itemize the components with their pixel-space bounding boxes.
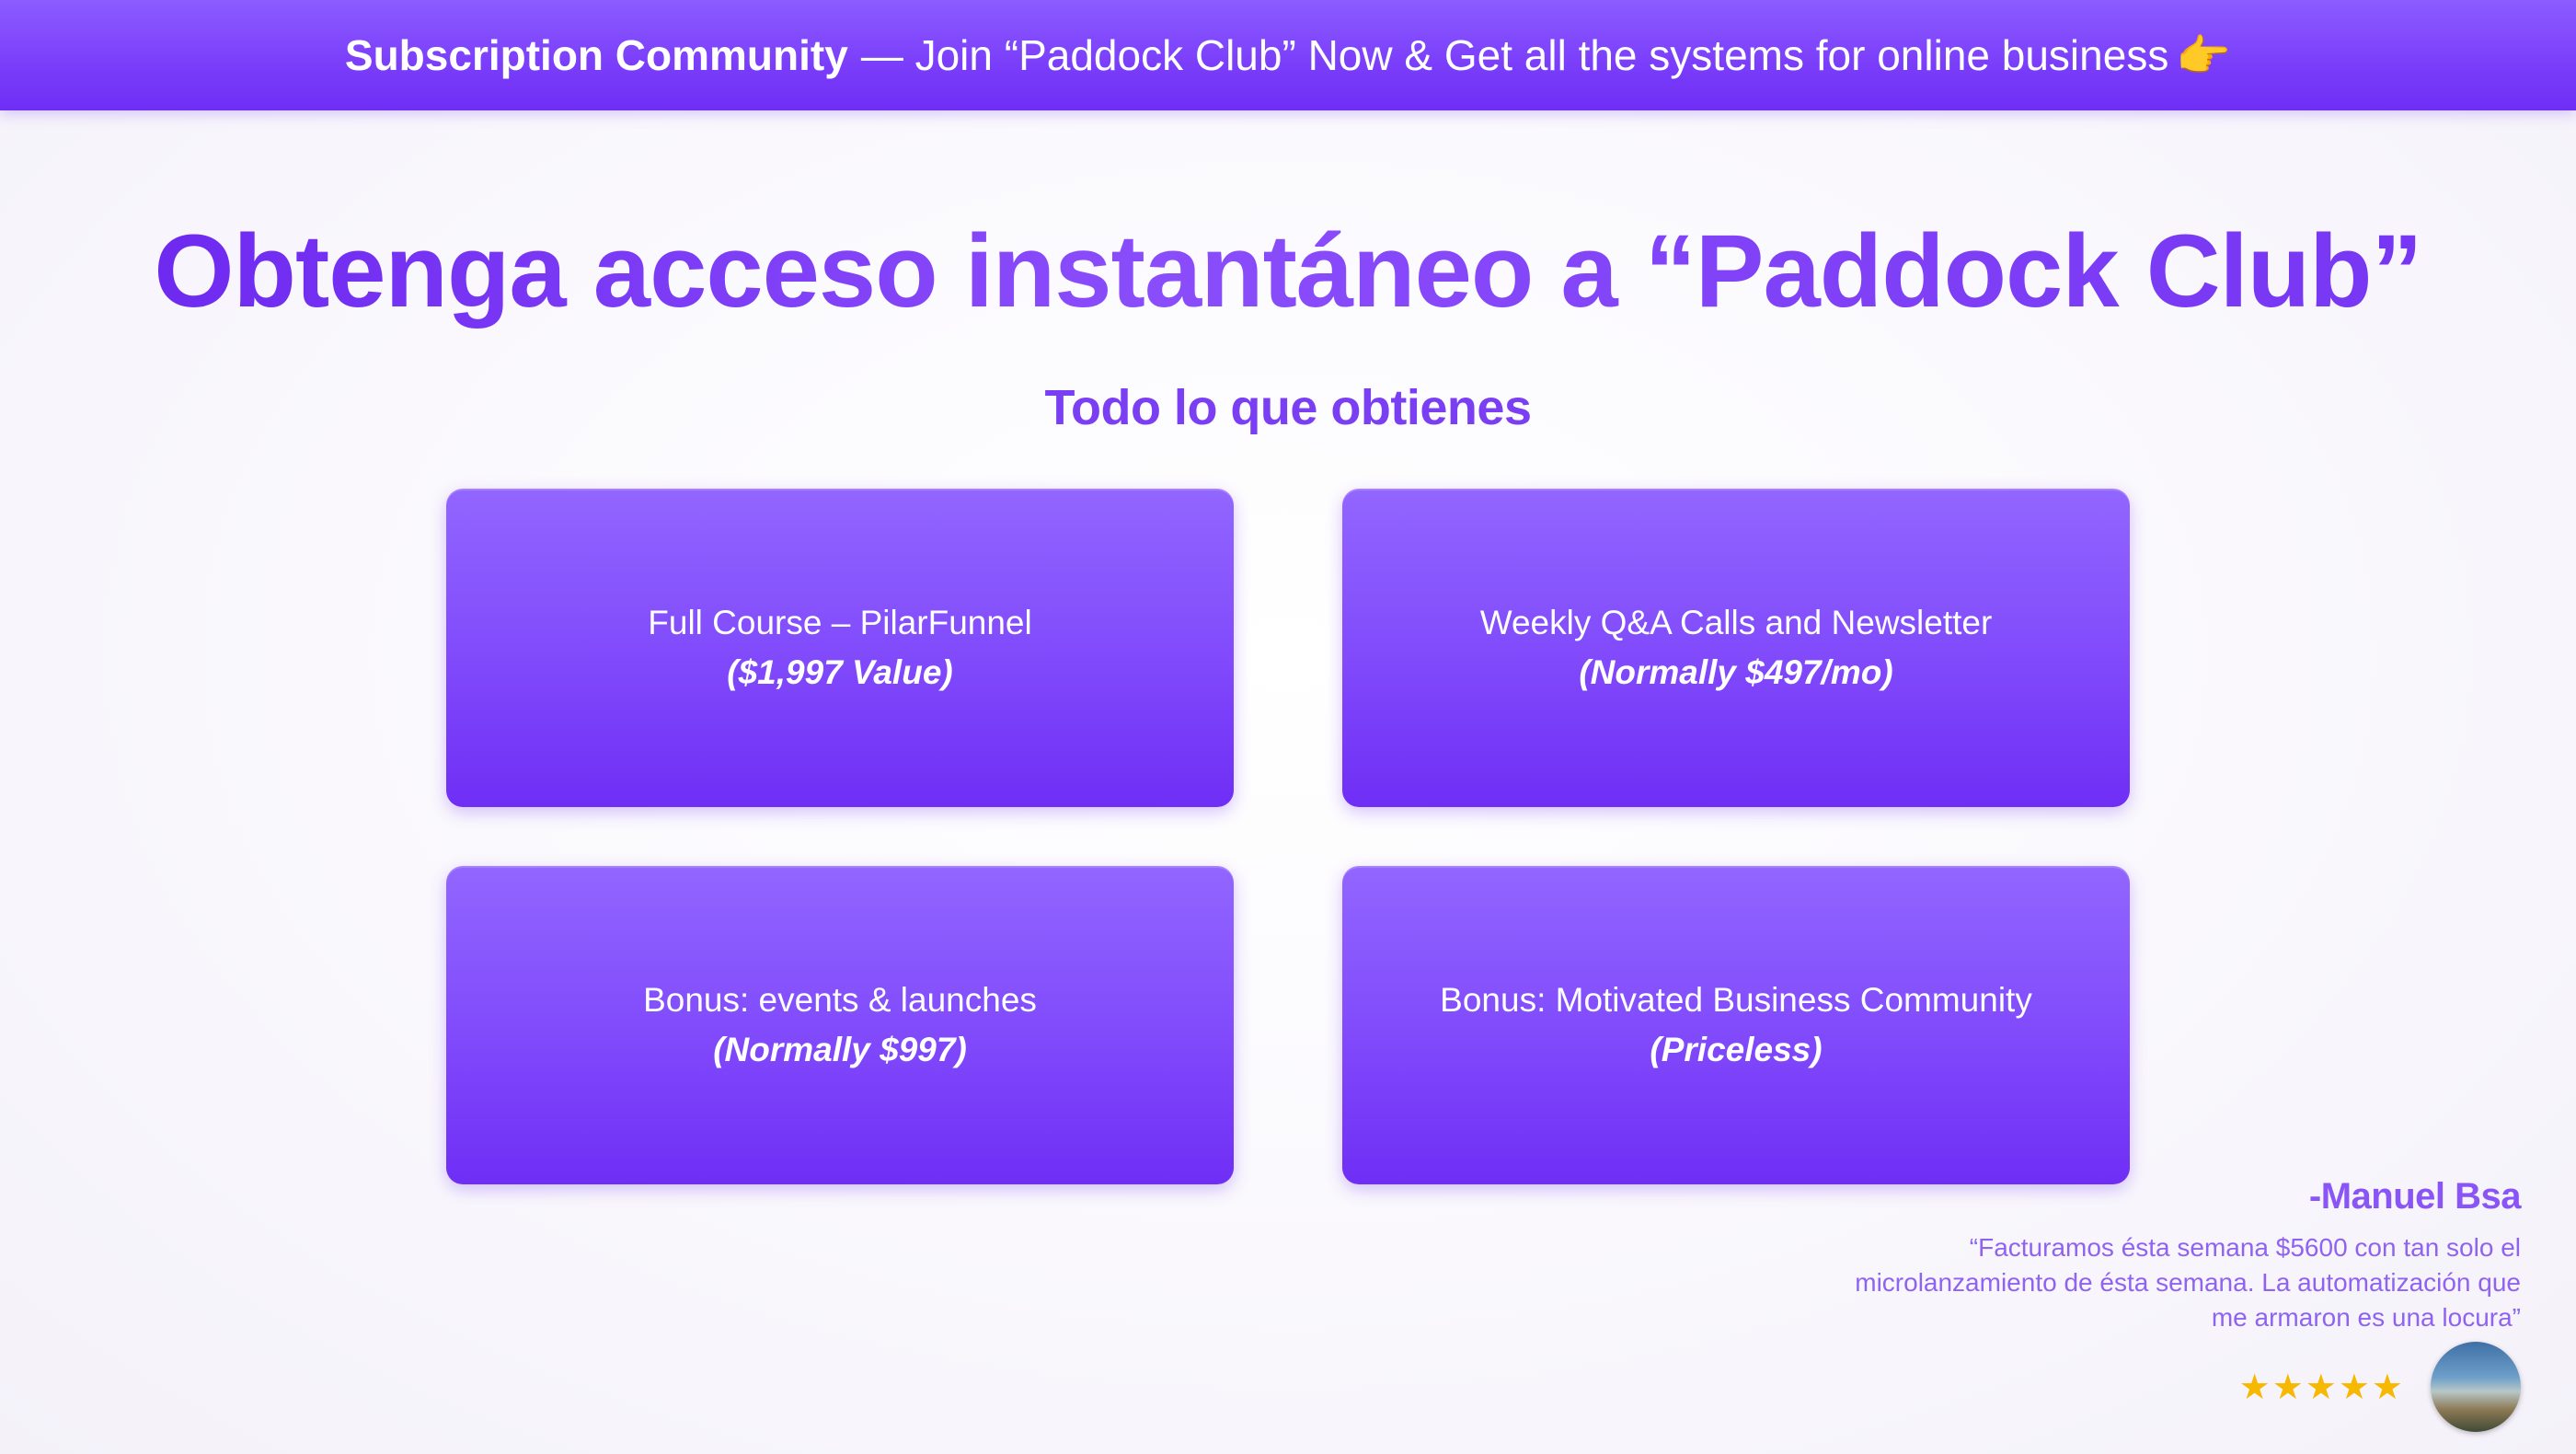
top-announcement-banner[interactable]: Subscription Community — Join “Paddock C… [0,0,2576,110]
testimonial-quote-line: me armaron es una locura” [2211,1303,2521,1332]
section-subheadline: Todo lo que obtienes [1044,380,1532,435]
benefit-card-full-course: Full Course – PilarFunnel ($1,997 Value) [446,489,1234,807]
benefit-card-value: (Normally $497/mo) [1579,653,1893,691]
testimonial-quote-line: microlanzamiento de ésta semana. La auto… [1855,1268,2521,1297]
benefit-card-events: Bonus: events & launches (Normally $997) [446,866,1234,1184]
testimonial-rating-row: ★★★★★ [2239,1342,2521,1432]
benefit-card-value: (Priceless) [1650,1031,1823,1068]
benefit-card-title: Bonus: Motivated Business Community [1440,981,2032,1019]
avatar [2431,1342,2521,1432]
banner-strong-text: Subscription Community [344,31,848,79]
testimonial-quote-line: “Facturamos ésta semana $5600 con tan so… [1969,1233,2521,1262]
benefit-card-title: Full Course – PilarFunnel [648,604,1032,641]
testimonial-quote: “Facturamos ésta semana $5600 con tan so… [1730,1230,2521,1335]
testimonial-author: -Manuel Bsa [2308,1176,2522,1217]
benefit-card-community: Bonus: Motivated Business Community (Pri… [1342,866,2130,1184]
testimonial: -Manuel Bsa “Facturamos ésta semana $560… [1730,1176,2521,1335]
banner-text: — Join “Paddock Club” Now & Get all the … [860,31,2169,79]
page-headline: Obtenga acceso instantáneo a “Paddock Cl… [0,212,2576,330]
benefit-card-title: Bonus: events & launches [643,981,1037,1019]
pointing-right-hand-icon: 👉 [2176,31,2232,81]
benefit-card-weekly-calls: Weekly Q&A Calls and Newsletter (Normall… [1342,489,2130,807]
benefit-card-value: ($1,997 Value) [727,653,953,691]
benefit-card-value: (Normally $997) [713,1031,967,1068]
page: Subscription Community — Join “Paddock C… [0,0,2576,1454]
benefit-card-title: Weekly Q&A Calls and Newsletter [1479,604,1993,641]
star-rating-icon: ★★★★★ [2238,1367,2405,1407]
